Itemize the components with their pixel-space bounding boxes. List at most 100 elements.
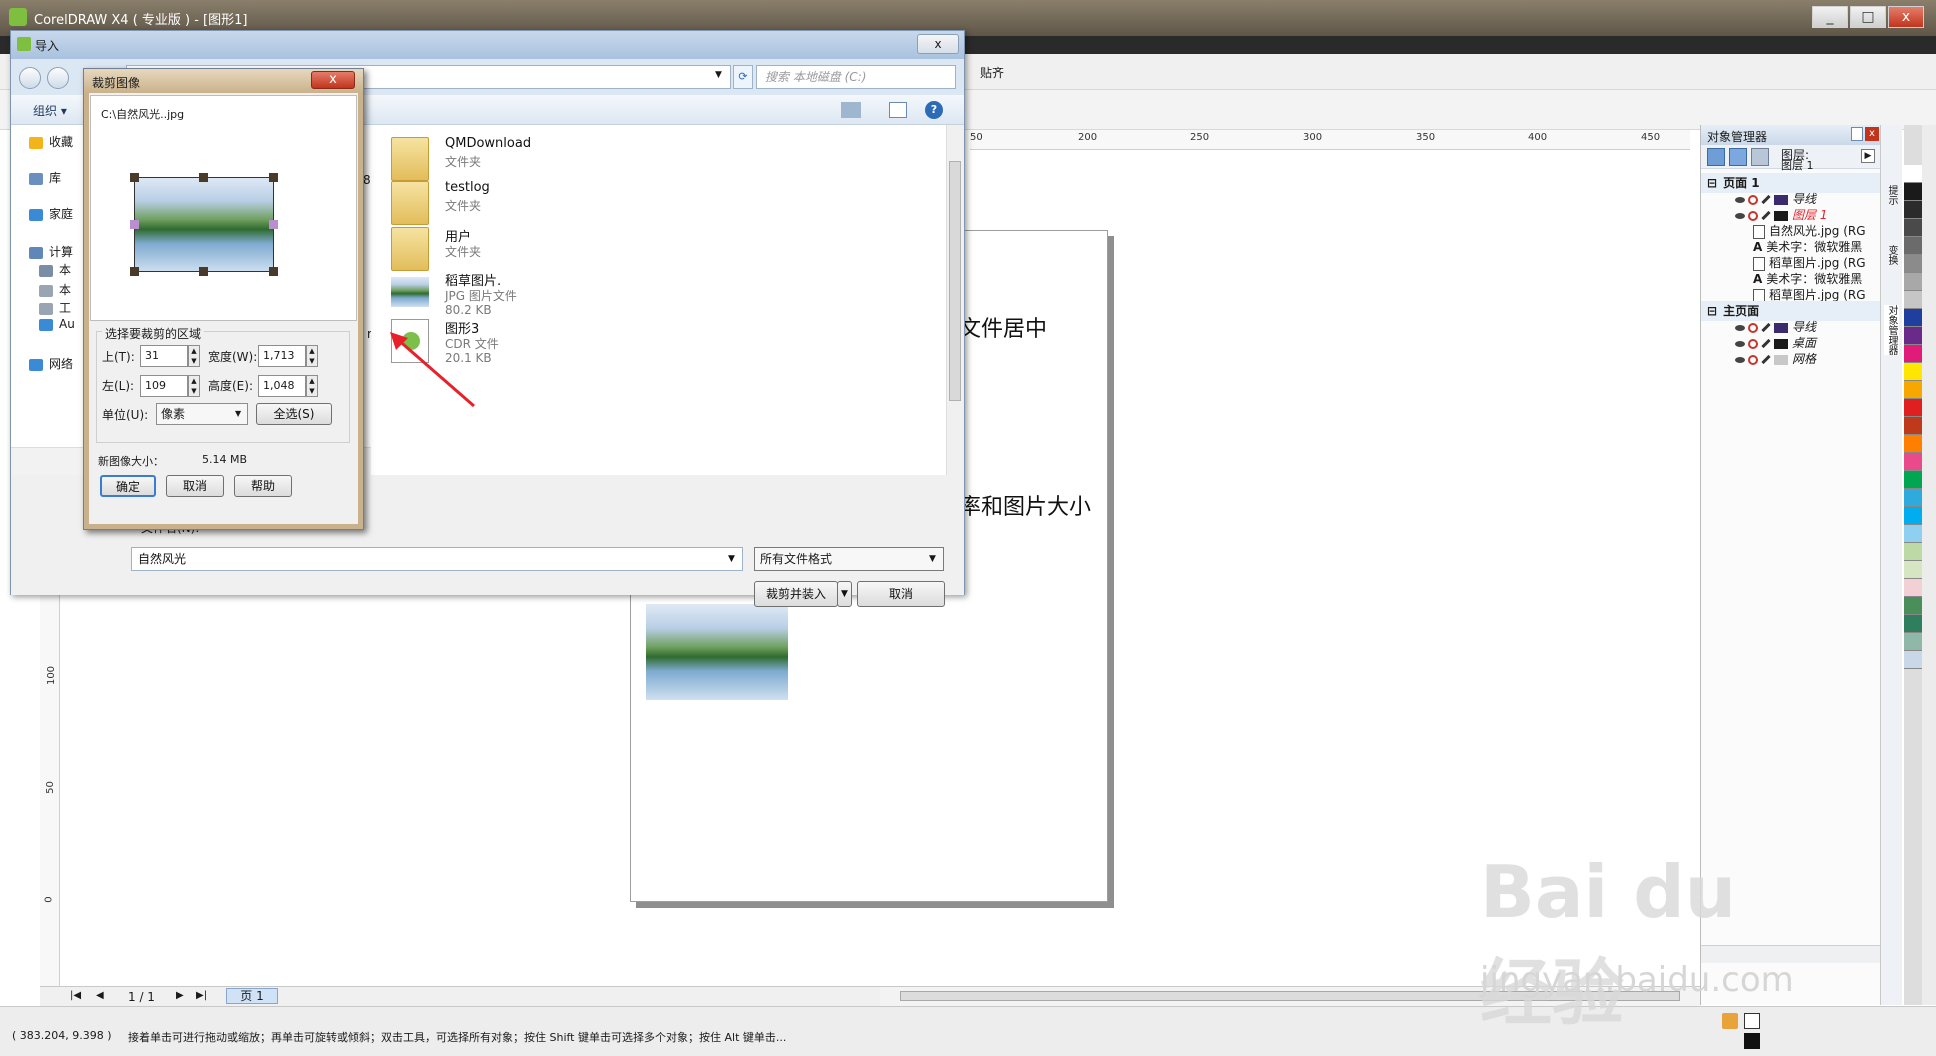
palette-swatch[interactable] [1904,651,1922,669]
nav-item[interactable]: 本 [39,261,71,278]
back-arrow-icon[interactable] [19,67,41,89]
crop-handle-tr[interactable] [269,173,278,182]
docker-close-icon[interactable]: x [1865,127,1879,141]
palette-swatch[interactable] [1904,381,1922,399]
palette-swatch[interactable] [1904,561,1922,579]
palette-swatch[interactable] [1904,201,1922,219]
address-dropdown-icon[interactable]: ▼ [715,70,722,80]
height-spinner[interactable]: ▲ ▼ [306,375,318,397]
unit-select[interactable]: 像素 ▼ [156,403,248,425]
palette-swatch[interactable] [1904,327,1922,345]
crop-and-import-button[interactable]: 裁剪并装入 [754,581,838,607]
layer-manager-view-icon[interactable] [1751,148,1769,166]
select-all-button[interactable]: 全选(S) [256,403,332,425]
import-cancel-button[interactable]: 取消 [857,581,945,607]
filename-dropdown-icon[interactable]: ▼ [728,548,735,570]
palette-swatch[interactable] [1904,525,1922,543]
view-options-icon[interactable] [841,102,861,118]
palette-swatch[interactable] [1904,219,1922,237]
top-spinner[interactable]: ▲ ▼ [188,345,200,367]
refresh-icon[interactable]: ⟳ [733,65,753,89]
eye-icon[interactable] [1735,356,1745,363]
page-text-1[interactable]: 文件居中 [959,311,1047,343]
edit-icon[interactable] [1761,194,1771,205]
format-dropdown-icon[interactable]: ▼ [929,548,936,570]
width-input[interactable]: 1,713 [258,345,306,367]
eye-icon[interactable] [1735,340,1745,347]
eye-icon[interactable] [1735,196,1745,203]
left-spinner[interactable]: ▲ ▼ [188,375,200,397]
file-format-select[interactable]: 所有文件格式 ▼ [754,547,944,571]
crop-handle-t[interactable] [199,173,208,182]
crop-ok-button[interactable]: 确定 [100,475,156,497]
palette-swatch[interactable] [1904,435,1922,453]
crop-handle-tl[interactable] [130,173,139,182]
palette-swatch[interactable] [1904,363,1922,381]
page-tab[interactable]: 页 1 [226,988,278,1004]
crop-handle-b[interactable] [199,267,208,276]
close-button[interactable]: x [1888,6,1924,28]
maximize-button[interactable]: □ [1850,6,1886,28]
nav-item[interactable]: 库 [29,169,61,186]
edit-icon[interactable] [1761,338,1771,349]
eye-icon[interactable] [1735,212,1745,219]
nav-item[interactable]: 家庭 [29,205,73,222]
file-item[interactable]: 稻草图片. JPG 图片文件 80.2 KB [391,267,791,319]
palette-swatch[interactable] [1904,345,1922,363]
nav-item[interactable]: 工 [39,299,71,316]
palette-swatch[interactable] [1904,399,1922,417]
palette-swatch[interactable] [1904,579,1922,597]
filename-input[interactable]: 自然风光 ▼ [131,547,743,571]
collapse-icon[interactable]: ⊟ [1707,304,1717,318]
edit-icon[interactable] [1761,354,1771,365]
no-print-icon[interactable] [1748,194,1758,205]
next-page-icon[interactable]: ▶ [176,990,184,1001]
page-text-2[interactable]: 率和图片大小 [959,489,1091,521]
import-options-dropdown-icon[interactable]: ▼ [837,581,852,607]
no-print-icon[interactable] [1748,338,1758,349]
preview-pane-icon[interactable] [889,102,907,118]
snap-label[interactable]: 贴齐 [980,64,1004,81]
no-print-icon[interactable] [1748,354,1758,365]
unit-dropdown-icon[interactable]: ▼ [235,404,241,424]
no-print-icon[interactable] [1748,210,1758,221]
last-page-icon[interactable]: ▶| [196,990,207,1001]
palette-swatch[interactable] [1904,633,1922,651]
palette-swatch[interactable] [1904,507,1922,525]
prev-page-icon[interactable]: ◀ [96,990,104,1001]
tab-hints[interactable]: 提示 [1884,185,1899,205]
eye-icon[interactable] [1735,324,1745,331]
nav-item[interactable]: 计算 [29,243,73,260]
crop-close-button[interactable]: x [311,71,355,89]
nav-item[interactable]: Au [39,317,75,331]
crop-cancel-button[interactable]: 取消 [166,475,224,497]
docker-flyout-icon[interactable]: ▶ [1861,149,1875,163]
search-input[interactable]: 搜索 本地磁盘 (C:) [756,65,956,89]
palette-swatch[interactable] [1904,291,1922,309]
palette-swatch[interactable] [1904,165,1922,183]
palette-scroll[interactable] [1922,125,1936,1005]
crop-rectangle[interactable] [134,177,274,272]
width-spinner[interactable]: ▲ ▼ [306,345,318,367]
edit-icon[interactable] [1761,322,1771,333]
palette-swatch[interactable] [1904,183,1922,201]
palette-swatch[interactable] [1904,237,1922,255]
crop-handle-l[interactable] [130,220,139,229]
top-input[interactable]: 31 [140,345,188,367]
no-print-icon[interactable] [1748,322,1758,333]
import-close-button[interactable]: x [917,34,959,54]
palette-swatch[interactable] [1904,309,1922,327]
landscape-bitmap[interactable] [646,604,788,700]
organize-button[interactable]: 组织 ▾ [33,102,67,119]
palette-swatch[interactable] [1904,453,1922,471]
tree-layer[interactable]: 网格 [1701,349,1881,369]
collapse-icon[interactable]: ⊟ [1707,176,1717,190]
height-input[interactable]: 1,048 [258,375,306,397]
show-properties-icon[interactable] [1707,148,1725,166]
palette-swatch[interactable] [1904,543,1922,561]
file-list-scroll-thumb[interactable] [949,161,961,401]
palette-swatch[interactable] [1904,489,1922,507]
crop-help-button[interactable]: 帮助 [234,475,292,497]
docker-min-icon[interactable] [1851,127,1863,141]
edit-across-layers-icon[interactable] [1729,148,1747,166]
